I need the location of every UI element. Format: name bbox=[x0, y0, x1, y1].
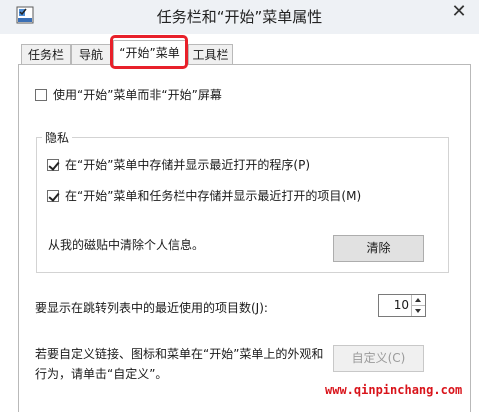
close-icon[interactable]: ✕ bbox=[444, 2, 474, 22]
use-start-menu-label: 使用“开始”菜单而非“开始”屏幕 bbox=[53, 88, 222, 102]
store-programs-option[interactable]: 在“开始”菜单中存储并显示最近打开的程序(P) bbox=[47, 156, 310, 173]
jumplist-label: 要显示在跳转列表中的最近使用的项目数(J): bbox=[35, 301, 268, 315]
jumplist-count-stepper[interactable]: 10 bbox=[378, 294, 426, 317]
stepper-buttons bbox=[411, 295, 425, 316]
properties-window: 任务栏和“开始”菜单属性 ✕ 任务栏 导航 “开始”菜单 工具栏 使用“开始”菜… bbox=[0, 0, 479, 412]
tab-toolbars[interactable]: 工具栏 bbox=[188, 44, 233, 65]
use-start-menu-checkbox[interactable] bbox=[35, 88, 47, 101]
title-bar: 任务栏和“开始”菜单属性 ✕ bbox=[0, 0, 479, 34]
store-items-checkbox[interactable] bbox=[47, 189, 59, 202]
stepper-up-icon[interactable] bbox=[412, 295, 425, 306]
clear-button[interactable]: 清除 bbox=[333, 235, 424, 262]
window-title: 任务栏和“开始”菜单属性 bbox=[156, 8, 323, 26]
use-start-menu-option[interactable]: 使用“开始”菜单而非“开始”屏幕 bbox=[35, 86, 222, 103]
customize-button[interactable]: 自定义(C) bbox=[333, 345, 424, 372]
store-programs-label: 在“开始”菜单中存储并显示最近打开的程序(P) bbox=[65, 158, 311, 172]
jumplist-count-value[interactable]: 10 bbox=[383, 298, 409, 312]
clear-info-text: 从我的磁贴中清除个人信息。 bbox=[48, 238, 205, 252]
stepper-down-icon[interactable] bbox=[412, 306, 425, 316]
watermark: www.qinpinchang.com bbox=[325, 383, 463, 397]
store-programs-checkbox[interactable] bbox=[47, 158, 59, 171]
customize-text-line2: 行为，请单击“自定义”。 bbox=[35, 367, 168, 381]
store-items-option[interactable]: 在“开始”菜单和任务栏中存储并显示最近打开的项目(M) bbox=[47, 187, 361, 204]
tab-navigation[interactable]: 导航 bbox=[71, 44, 111, 65]
store-items-label: 在“开始”菜单和任务栏中存储并显示最近打开的项目(M) bbox=[65, 189, 362, 203]
customize-text-line1: 若要自定义链接、图标和菜单在“开始”菜单上的外观和 bbox=[35, 347, 324, 361]
privacy-group-title: 隐私 bbox=[42, 129, 73, 146]
tab-taskbar[interactable]: 任务栏 bbox=[21, 44, 71, 65]
tab-highlight-box bbox=[110, 35, 188, 69]
